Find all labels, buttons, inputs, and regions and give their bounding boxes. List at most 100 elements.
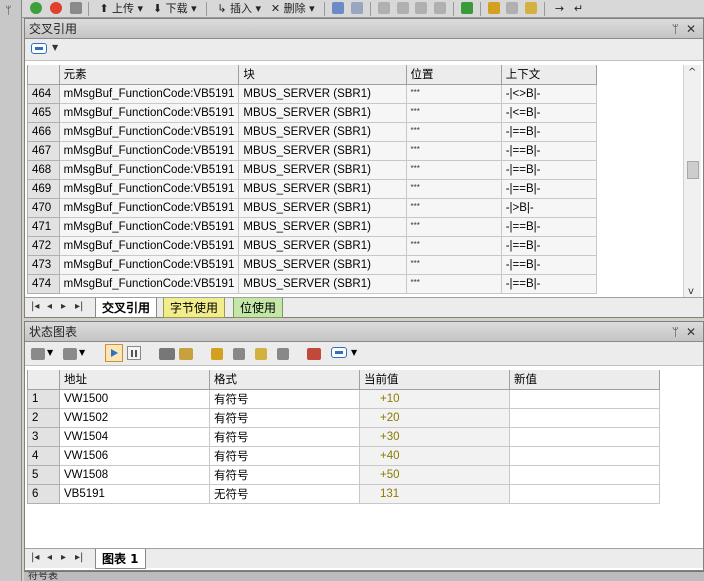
- new-value-cell[interactable]: [509, 407, 660, 428]
- table-row[interactable]: 471 mMsgBuf_FunctionCode:VB5191 MBUS_SERVE…: [27, 216, 597, 237]
- table-row[interactable]: 1 VW1500 有符号 +10: [27, 388, 660, 409]
- element-cell[interactable]: mMsgBuf_FunctionCode:VB5191: [58, 254, 240, 275]
- position-cell[interactable]: ***: [405, 121, 502, 142]
- block-cell[interactable]: MBUS_SERVER (SBR1): [238, 254, 407, 275]
- block-cell[interactable]: MBUS_SERVER (SBR1): [238, 159, 407, 180]
- prev-tab-icon[interactable]: ◂: [47, 552, 52, 563]
- element-cell[interactable]: mMsgBuf_FunctionCode:VB5191: [58, 140, 240, 161]
- context-cell[interactable]: -|<>B|-: [500, 83, 597, 104]
- network-icon[interactable]: [332, 2, 345, 14]
- tab-byte-usage[interactable]: 字节使用: [163, 298, 226, 318]
- last-tab-icon[interactable]: ▸|: [75, 552, 83, 563]
- table-row[interactable]: 467 mMsgBuf_FunctionCode:VB5191 MBUS_SERVE…: [27, 140, 597, 161]
- row-number[interactable]: 5: [27, 464, 60, 485]
- symbol-table-panel-title[interactable]: 符号表: [24, 571, 704, 581]
- close-icon[interactable]: ✕: [686, 322, 696, 342]
- row-number[interactable]: 474: [27, 273, 60, 294]
- new-value-cell[interactable]: [509, 464, 660, 485]
- context-cell[interactable]: -|==B|-: [500, 121, 597, 142]
- context-cell[interactable]: -|==B|-: [500, 216, 597, 237]
- pin-icon[interactable]: ᛘ: [5, 4, 12, 17]
- table-row[interactable]: 469 mMsgBuf_FunctionCode:VB5191 MBUS_SERVE…: [27, 178, 597, 199]
- delete-row-icon[interactable]: [63, 348, 77, 360]
- chevron-down-icon[interactable]: ▼: [79, 348, 85, 357]
- row-number[interactable]: 4: [27, 445, 60, 466]
- trend-chart-icon[interactable]: [307, 348, 321, 360]
- element-cell[interactable]: mMsgBuf_FunctionCode:VB5191: [58, 159, 240, 180]
- first-tab-icon[interactable]: |◂: [31, 301, 39, 312]
- table-row[interactable]: 6 VB5191 无符号 131: [27, 483, 660, 504]
- row-number[interactable]: 465: [27, 102, 60, 123]
- element-cell[interactable]: mMsgBuf_FunctionCode:VB5191: [58, 102, 240, 123]
- position-cell[interactable]: ***: [405, 273, 502, 294]
- next-tab-icon[interactable]: ▸: [61, 552, 66, 563]
- block-cell[interactable]: MBUS_SERVER (SBR1): [238, 197, 407, 218]
- row-number[interactable]: 466: [27, 121, 60, 142]
- download-button[interactable]: ⬇ 下载 ▾: [150, 1, 200, 17]
- run-icon[interactable]: [30, 2, 42, 14]
- chevron-down-icon[interactable]: ▼: [47, 348, 53, 357]
- format-cell[interactable]: 有符号: [209, 464, 360, 485]
- row-number[interactable]: 470: [27, 197, 60, 218]
- context-cell[interactable]: -|==B|-: [500, 254, 597, 275]
- row-number[interactable]: 1: [27, 388, 60, 409]
- row-number[interactable]: 469: [27, 178, 60, 199]
- column-header[interactable]: 上下文: [500, 65, 597, 85]
- delete-button[interactable]: ✕ 删除 ▾: [268, 1, 318, 17]
- upload-button[interactable]: ⬆ 上传 ▾: [96, 1, 146, 17]
- position-cell[interactable]: ***: [405, 178, 502, 199]
- position-cell[interactable]: ***: [405, 235, 502, 256]
- glasses-icon[interactable]: [159, 348, 175, 360]
- table-row[interactable]: 4 VW1506 有符号 +40: [27, 445, 660, 466]
- context-cell[interactable]: -|==B|-: [500, 235, 597, 256]
- row-number[interactable]: 467: [27, 140, 60, 161]
- wrap-icon[interactable]: ↵: [571, 1, 586, 17]
- stop-icon[interactable]: [49, 2, 62, 14]
- format-cell[interactable]: 有符号: [209, 407, 360, 428]
- column-header[interactable]: 元素: [58, 65, 240, 85]
- context-cell[interactable]: -|<=B|-: [500, 102, 597, 123]
- block-cell[interactable]: MBUS_SERVER (SBR1): [238, 273, 407, 294]
- insert-button[interactable]: ↳ 插入 ▾: [214, 1, 264, 17]
- block-cell[interactable]: MBUS_SERVER (SBR1): [238, 235, 407, 256]
- first-tab-icon[interactable]: |◂: [31, 552, 39, 563]
- compare-icon[interactable]: [351, 2, 364, 14]
- read-all-icon[interactable]: [277, 348, 289, 360]
- close-icon[interactable]: ✕: [686, 19, 696, 39]
- row-number[interactable]: 471: [27, 216, 60, 237]
- tab-bit-usage[interactable]: 位使用: [233, 298, 284, 318]
- context-cell[interactable]: -|==B|-: [500, 140, 597, 161]
- block-cell[interactable]: MBUS_SERVER (SBR1): [238, 121, 407, 142]
- row-number[interactable]: 472: [27, 235, 60, 256]
- block-cell[interactable]: MBUS_SERVER (SBR1): [238, 140, 407, 161]
- address-cell[interactable]: VW1508: [59, 464, 210, 485]
- table-row[interactable]: 473 mMsgBuf_FunctionCode:VB5191 MBUS_SERVE…: [27, 254, 597, 275]
- table-row[interactable]: 470 mMsgBuf_FunctionCode:VB5191 MBUS_SERVE…: [27, 197, 597, 218]
- format-cell[interactable]: 有符号: [209, 426, 360, 447]
- trend-view-button[interactable]: [105, 344, 123, 362]
- context-cell[interactable]: -|==B|-: [500, 273, 597, 294]
- unlock-icon[interactable]: [233, 348, 245, 360]
- table-row[interactable]: 465 mMsgBuf_FunctionCode:VB5191 MBUS_SERVE…: [27, 102, 597, 123]
- element-cell[interactable]: mMsgBuf_FunctionCode:VB5191: [58, 273, 240, 294]
- next-tab-icon[interactable]: ▸: [61, 301, 66, 312]
- view-option-icon[interactable]: [331, 347, 347, 358]
- block-cell[interactable]: MBUS_SERVER (SBR1): [238, 102, 407, 123]
- vertical-scrollbar[interactable]: ^ v: [683, 65, 701, 299]
- position-cell[interactable]: ***: [405, 254, 502, 275]
- block-cell[interactable]: MBUS_SERVER (SBR1): [238, 178, 407, 199]
- prev-tab-icon[interactable]: ◂: [47, 301, 52, 312]
- table-row[interactable]: 3 VW1504 有符号 +30: [27, 426, 660, 447]
- insert-row-icon[interactable]: [31, 348, 45, 360]
- table-row[interactable]: 464 mMsgBuf_FunctionCode:VB5191 MBUS_SERVE…: [27, 83, 597, 104]
- chevron-down-icon[interactable]: ▼: [52, 43, 58, 52]
- tab-cross-reference[interactable]: 交叉引用: [95, 298, 158, 318]
- arrow-icon[interactable]: →: [552, 1, 567, 17]
- element-cell[interactable]: mMsgBuf_FunctionCode:VB5191: [58, 216, 240, 237]
- format-cell[interactable]: 有符号: [209, 445, 360, 466]
- tab-chart-1[interactable]: 图表 1: [95, 549, 146, 569]
- lock-icon[interactable]: [487, 2, 500, 14]
- position-cell[interactable]: ***: [405, 197, 502, 218]
- key-icon[interactable]: [506, 2, 519, 14]
- format-cell[interactable]: 无符号: [209, 483, 360, 504]
